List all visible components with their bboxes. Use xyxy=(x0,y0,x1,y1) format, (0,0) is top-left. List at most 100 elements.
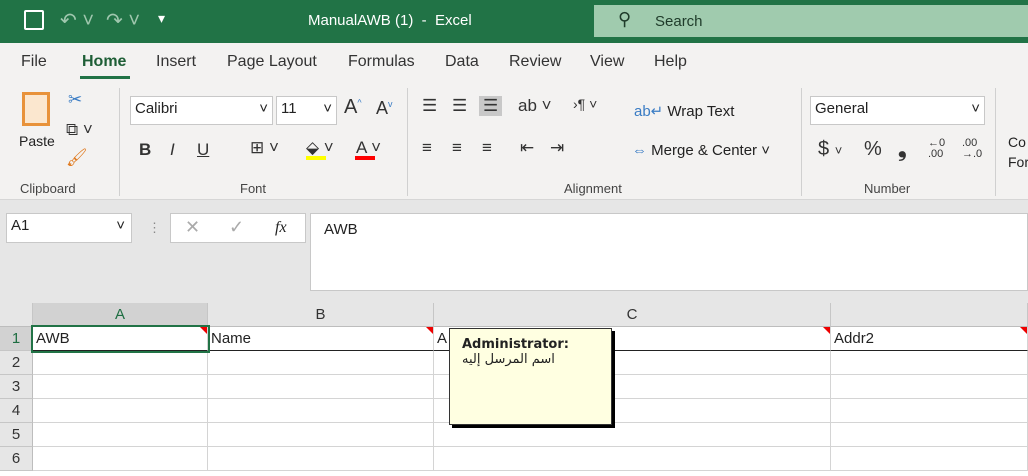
group-number: Number xyxy=(864,181,911,196)
insert-function-button[interactable]: fx xyxy=(275,219,287,237)
comment-indicator-icon xyxy=(823,327,830,334)
tab-file[interactable]: File xyxy=(21,53,47,71)
cell-c6[interactable] xyxy=(434,447,831,471)
undo-icon[interactable]: ↶ ˅ xyxy=(60,8,94,33)
orientation-icon[interactable]: ab ˅ xyxy=(518,96,552,116)
conditional-formatting-button[interactable]: Co For xyxy=(1008,132,1028,172)
decrease-decimal-icon[interactable]: .00 →.0 xyxy=(962,138,982,160)
comment-text: اسم المرسل إليه xyxy=(462,352,555,367)
redo-icon[interactable]: ↷ ˅ xyxy=(106,8,140,33)
enter-icon[interactable]: ✓ xyxy=(229,217,244,238)
tab-page-layout[interactable]: Page Layout xyxy=(227,53,317,71)
font-name-select[interactable]: Calibri ˅ xyxy=(130,96,273,125)
decrease-font-icon[interactable]: Av xyxy=(376,98,393,119)
group-font: Font xyxy=(240,181,267,196)
spreadsheet-grid: A B C 1 AWB Name A Addr2 2 3 4 5 6 Administrator:… xyxy=(0,303,1028,476)
format-painter-icon[interactable]: 🖌 xyxy=(66,148,88,168)
cell-d3[interactable] xyxy=(831,375,1028,399)
font-size-select[interactable]: 11 ˅ xyxy=(276,96,337,125)
row-header[interactable]: 2 xyxy=(0,351,33,375)
active-tab-indicator xyxy=(80,76,130,79)
increase-decimal-icon[interactable]: ←0.00 xyxy=(928,138,945,160)
accounting-format-button[interactable]: $ ˅ xyxy=(818,138,842,161)
cell-d6[interactable] xyxy=(831,447,1028,471)
cell-b1[interactable]: Name xyxy=(208,327,434,351)
row-header[interactable]: 5 xyxy=(0,423,33,447)
decrease-indent-icon[interactable]: ⇤ xyxy=(520,138,534,158)
cell-c5[interactable] xyxy=(434,423,831,447)
cell-b2[interactable] xyxy=(208,351,434,375)
tab-help[interactable]: Help xyxy=(654,53,687,71)
group-clipboard: Clipboard xyxy=(20,181,76,196)
cancel-icon[interactable]: ✕ xyxy=(185,217,200,238)
comment-box: Administrator: اسم المرسل إليه xyxy=(449,328,612,425)
comma-button[interactable]: ❟ xyxy=(898,136,907,162)
merge-center-button[interactable]: ⇔ Merge & Center ˅ xyxy=(632,142,770,159)
tab-view[interactable]: View xyxy=(590,53,624,71)
select-all[interactable] xyxy=(0,303,33,327)
font-color-icon[interactable]: A ˅ xyxy=(356,138,381,158)
row-header[interactable]: 1 xyxy=(0,327,33,351)
align-top-icon[interactable]: ☰ xyxy=(422,96,437,116)
align-middle-icon[interactable]: ☰ xyxy=(452,96,467,116)
cell-a4[interactable] xyxy=(33,399,208,423)
copy-icon[interactable]: ⧉ ˅ xyxy=(66,120,93,140)
cell-a6[interactable] xyxy=(33,447,208,471)
bold-button[interactable]: B xyxy=(139,140,151,160)
column-header-b[interactable]: B xyxy=(208,303,434,327)
underline-button[interactable]: U xyxy=(197,140,209,160)
formula-input[interactable]: AWB xyxy=(310,213,1028,291)
row-header[interactable]: 6 xyxy=(0,447,33,471)
increase-indent-icon[interactable]: ⇥ xyxy=(550,138,564,158)
cell-d1[interactable]: Addr2 xyxy=(831,327,1028,351)
row-header[interactable]: 4 xyxy=(0,399,33,423)
align-left-icon[interactable]: ≡ xyxy=(422,138,432,158)
align-right-icon[interactable]: ≡ xyxy=(482,138,492,158)
wrap-text-button[interactable]: ab↵ Wrap Text xyxy=(634,102,734,120)
search-box[interactable]: ⚲ Search xyxy=(594,5,1028,37)
tab-home[interactable]: Home xyxy=(82,53,126,71)
customize-qat-icon[interactable]: ▾ xyxy=(158,10,165,27)
cell-a3[interactable] xyxy=(33,375,208,399)
comment-author: Administrator: xyxy=(462,337,569,352)
paste-button[interactable]: Paste xyxy=(19,133,55,149)
align-center-icon[interactable]: ≡ xyxy=(452,138,462,158)
group-alignment: Alignment xyxy=(564,181,622,196)
fill-color-icon[interactable]: ⬙ ˅ xyxy=(306,138,334,158)
column-header-d[interactable] xyxy=(831,303,1028,327)
cell-a1[interactable]: AWB xyxy=(31,325,210,353)
comment-indicator-icon xyxy=(200,327,207,334)
cell-b3[interactable] xyxy=(208,375,434,399)
cell-a5[interactable] xyxy=(33,423,208,447)
column-header-a[interactable]: A xyxy=(33,303,208,327)
borders-icon[interactable]: ⊞ ˅ xyxy=(250,138,279,158)
italic-button[interactable]: I xyxy=(170,140,175,160)
paste-icon[interactable] xyxy=(22,92,50,126)
cell-text: Addr2 xyxy=(834,330,875,347)
number-format-select[interactable]: General ˅ xyxy=(810,96,985,125)
wrap-text-icon: ab↵ xyxy=(634,103,668,120)
cell-b4[interactable] xyxy=(208,399,434,423)
ribbon-tabs: File Home Insert Page Layout Formulas Da… xyxy=(0,43,1028,82)
search-placeholder: Search xyxy=(655,13,703,30)
tab-insert[interactable]: Insert xyxy=(156,53,196,71)
fill-color-swatch xyxy=(306,156,326,160)
tab-review[interactable]: Review xyxy=(509,53,561,71)
name-box[interactable]: A1 ˅ xyxy=(6,213,132,243)
cell-d4[interactable] xyxy=(831,399,1028,423)
save-icon[interactable] xyxy=(24,10,44,30)
cell-b5[interactable] xyxy=(208,423,434,447)
column-header-c[interactable]: C xyxy=(434,303,831,327)
percent-button[interactable]: % xyxy=(864,138,882,161)
cut-icon[interactable]: ✂ xyxy=(68,90,82,110)
text-direction-icon[interactable]: ›¶ ˅ xyxy=(573,96,597,112)
align-bottom-icon[interactable]: ☰ xyxy=(479,96,503,116)
increase-font-icon[interactable]: A^ xyxy=(344,96,362,119)
cell-d2[interactable] xyxy=(831,351,1028,375)
cell-b6[interactable] xyxy=(208,447,434,471)
row-header[interactable]: 3 xyxy=(0,375,33,399)
cell-a2[interactable] xyxy=(33,351,208,375)
tab-formulas[interactable]: Formulas xyxy=(348,53,415,71)
tab-data[interactable]: Data xyxy=(445,53,479,71)
cell-d5[interactable] xyxy=(831,423,1028,447)
